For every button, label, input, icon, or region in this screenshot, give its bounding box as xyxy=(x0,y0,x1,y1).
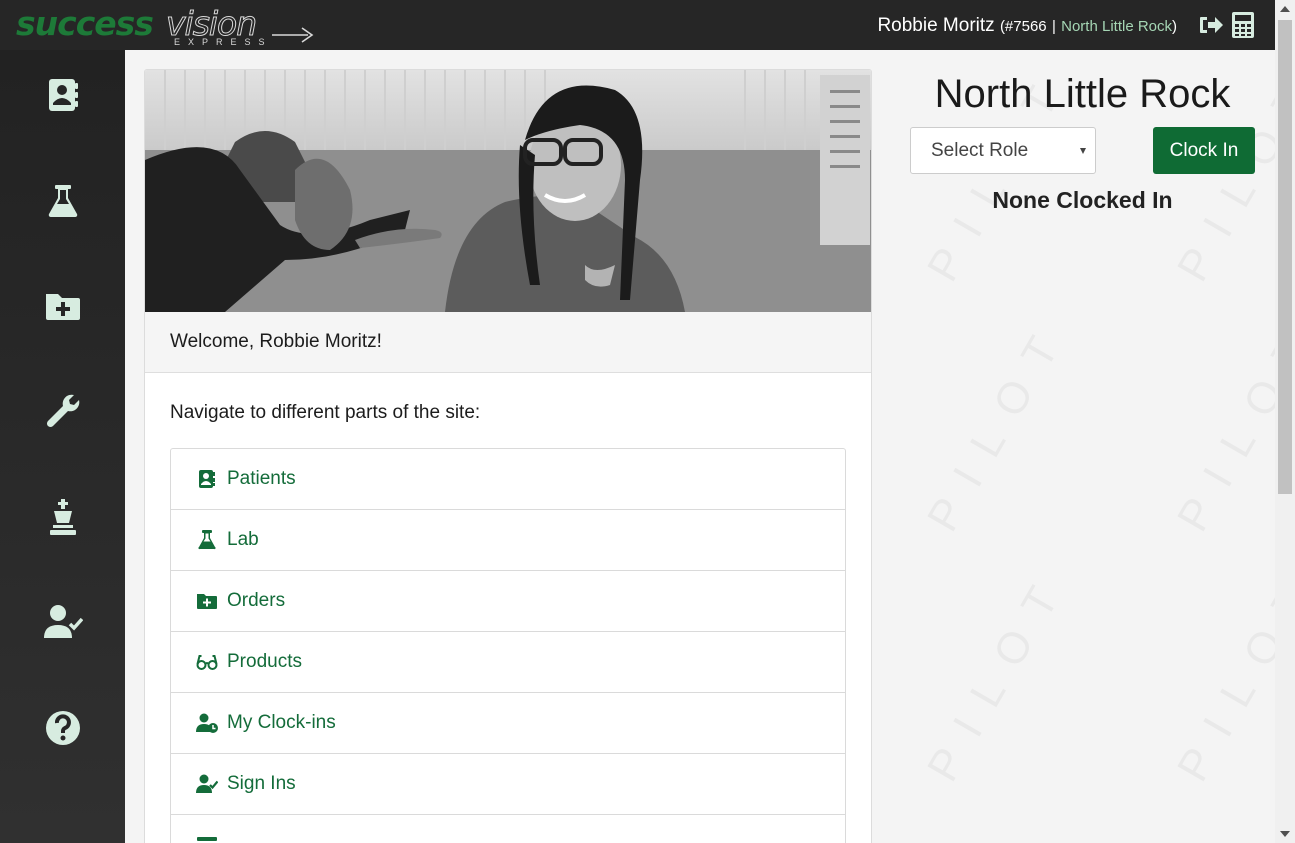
nav-title: Navigate to different parts of the site: xyxy=(170,402,481,423)
nav-item-sign-ins[interactable]: Sign Ins xyxy=(171,754,845,815)
sidebar-item-patients[interactable] xyxy=(0,55,125,135)
user-id: (#7566 xyxy=(999,18,1047,35)
user-name: Robbie Moritz xyxy=(877,15,995,36)
sidebar-item-tools[interactable] xyxy=(0,371,125,451)
chevron-down-icon xyxy=(1080,148,1086,154)
scroll-down-icon[interactable] xyxy=(1280,831,1290,837)
folder-plus-icon xyxy=(197,594,217,609)
logo-arrow-icon xyxy=(272,27,314,43)
nav-item-lab[interactable]: Lab xyxy=(171,510,845,571)
user-clock-icon xyxy=(196,713,218,733)
sidebar-item-admin[interactable] xyxy=(0,477,125,557)
watermark-pilot: PILOT xyxy=(918,310,1080,540)
scroll-up-icon[interactable] xyxy=(1280,6,1290,12)
nav-item-label: My Clock-ins xyxy=(227,712,336,733)
role-select-value: Select Role xyxy=(931,140,1029,161)
nav-item-products[interactable]: Products xyxy=(171,632,845,693)
address-book-icon xyxy=(48,79,78,111)
flask-icon xyxy=(48,185,77,218)
nav-item-label: Products xyxy=(227,651,302,672)
role-select[interactable]: Select Role xyxy=(910,127,1096,174)
nav-item-label: Lab xyxy=(227,529,259,550)
calculator-icon[interactable] xyxy=(1229,11,1257,39)
wrench-icon xyxy=(46,394,79,428)
hero-image xyxy=(145,70,871,312)
clocked-in-status: None Clocked In xyxy=(992,187,1173,213)
nav-item-label: Sign Ins xyxy=(227,773,296,794)
location-title: North Little Rock xyxy=(934,72,1231,116)
logo[interactable]: success vision EXPRESS xyxy=(16,4,316,48)
glasses-icon xyxy=(196,655,218,670)
scroll-thumb[interactable] xyxy=(1278,20,1292,494)
list-icon xyxy=(197,836,217,841)
nav-item-more[interactable] xyxy=(171,815,845,843)
sidebar-item-sign-ins[interactable] xyxy=(0,582,125,662)
welcome-header: Welcome, Robbie Moritz! xyxy=(145,312,871,373)
user-check-icon xyxy=(43,605,83,638)
folder-plus-icon xyxy=(45,294,80,320)
user-info: Robbie Moritz (#7566 | North Little Rock… xyxy=(877,14,1177,39)
flask-icon xyxy=(198,530,216,550)
logo-express-text: EXPRESS xyxy=(174,37,273,47)
user-info-close: ) xyxy=(1172,18,1177,35)
welcome-text: Welcome, Robbie Moritz! xyxy=(170,331,382,352)
logo-success-text: success xyxy=(16,4,154,43)
watermark-pilot: PILOT xyxy=(918,560,1080,790)
nav-item-orders[interactable]: Orders xyxy=(171,571,845,632)
logout-icon[interactable] xyxy=(1197,11,1225,39)
welcome-card: Welcome, Robbie Moritz! Navigate to diff… xyxy=(144,69,872,843)
top-bar: success vision EXPRESS Robbie Moritz (#7… xyxy=(0,0,1275,50)
page-scrollbar[interactable] xyxy=(1275,0,1295,843)
address-book-icon xyxy=(199,470,215,488)
nav-list: Patients Lab Orders Products My Clock-in… xyxy=(170,448,846,843)
user-location-link[interactable]: North Little Rock xyxy=(1061,18,1172,35)
nav-item-label: Orders xyxy=(227,590,286,611)
question-circle-icon xyxy=(45,711,80,745)
nav-item-patients[interactable]: Patients xyxy=(171,449,845,510)
nav-item-my-clock-ins[interactable]: My Clock-ins xyxy=(171,693,845,754)
top-icons xyxy=(1197,11,1257,39)
nav-item-label: Patients xyxy=(227,468,296,489)
sidebar-item-orders[interactable] xyxy=(0,266,125,346)
sidebar-item-lab[interactable] xyxy=(0,161,125,241)
sidebar-item-help[interactable] xyxy=(0,688,125,768)
user-info-separator: | xyxy=(1051,18,1056,35)
sidebar xyxy=(0,50,125,843)
user-check-icon xyxy=(196,774,218,793)
chess-king-icon xyxy=(49,499,76,535)
clock-in-button[interactable]: Clock In xyxy=(1153,127,1255,174)
